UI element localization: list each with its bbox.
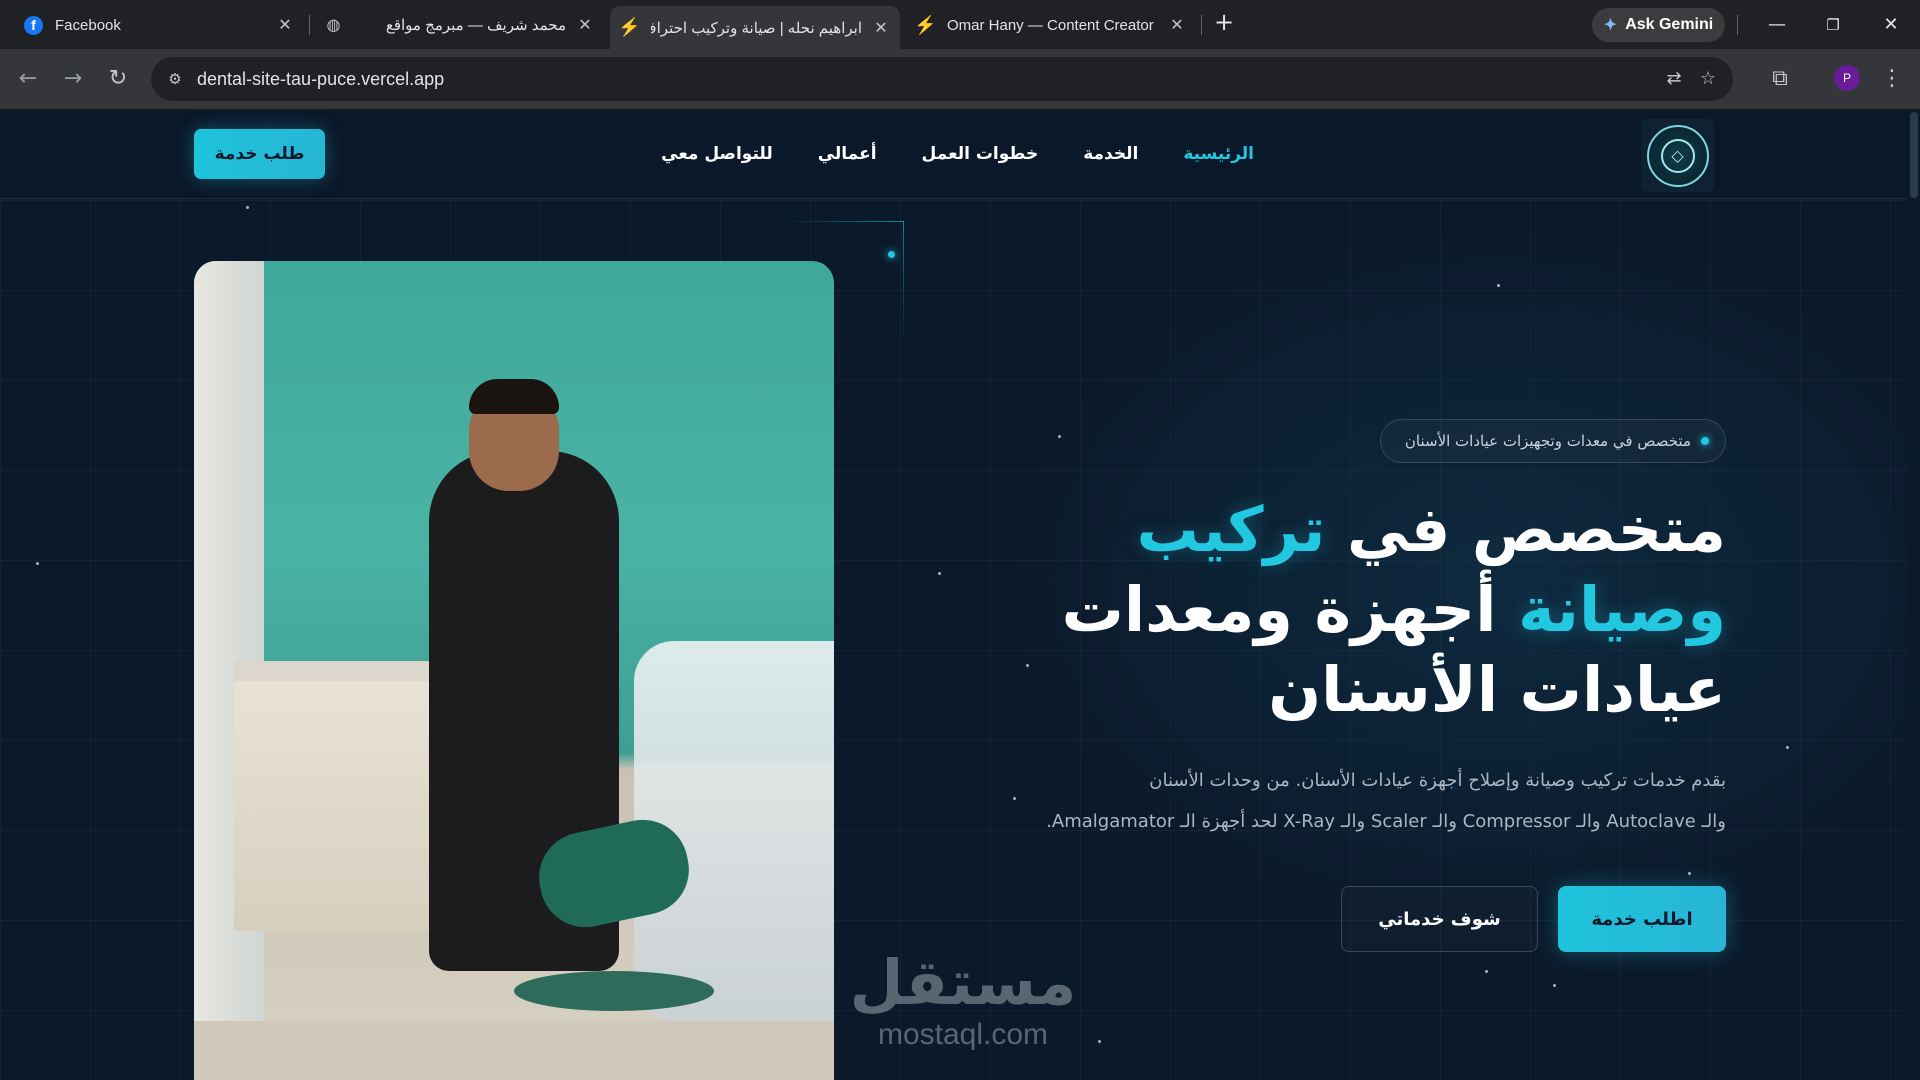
site-header: ◇ الرئيسية الخدمة خطوات العمل أعمالي للت… [0, 110, 1908, 199]
browser-tab-strip: f Facebook ✕ ◍ محمد شريف — مبرمج مواقع ✕… [0, 0, 1920, 49]
translate-icon[interactable]: ⇄ [1662, 67, 1686, 91]
hero-headline: متخصص في تركيب وصيانة أجهزة ومعدات عيادا… [966, 490, 1726, 730]
decor-star [1098, 1040, 1101, 1043]
decor-star [36, 562, 39, 565]
new-tab-button[interactable]: + [1212, 10, 1236, 35]
vercel-bolt-icon: ⚡ [914, 14, 937, 35]
decor-star [1688, 872, 1691, 875]
headline-line-1: متخصص في تركيب [966, 490, 1726, 570]
badge-text: متخصص في معدات وتجهيزات عيادات الأسنان [1404, 432, 1691, 450]
globe-icon: ◍ [326, 17, 341, 34]
mostaql-watermark: مستقل mostaql.com [843, 948, 1083, 1068]
tab-title: Omar Hany — Content Creator [947, 16, 1154, 34]
menu-kebab-icon[interactable]: ⋮ [1878, 65, 1906, 93]
tab-facebook[interactable]: f Facebook ✕ [14, 7, 304, 43]
address-bar[interactable]: ⚙ dental-site-tau-puce.vercel.app ⇄ ☆ [151, 57, 1733, 101]
headline-accent: تركيب [1136, 493, 1326, 566]
scrollbar-thumb[interactable] [1910, 112, 1918, 198]
ask-gemini-button[interactable]: ✦ Ask Gemini [1592, 8, 1725, 42]
decor-star [1497, 284, 1500, 287]
close-icon[interactable]: ✕ [872, 18, 890, 38]
tab-divider [309, 15, 310, 35]
decor-line [784, 221, 904, 222]
ask-gemini-label: Ask Gemini [1625, 16, 1714, 33]
extensions-icon[interactable]: ⧉ [1766, 65, 1794, 93]
nav-item-portfolio[interactable]: أعمالي [818, 144, 877, 164]
headline-text: أجهزة ومعدات [1061, 573, 1519, 646]
hero-photo [194, 261, 834, 1080]
decor-star [246, 206, 249, 209]
facebook-icon: f [24, 15, 43, 35]
nav-item-service[interactable]: الخدمة [1083, 144, 1138, 164]
tab-ibrahim-nahla[interactable]: ⚡ ابراهيم نحله | صيانة وتركيب احتراف ✕ [610, 6, 900, 49]
bookmark-star-icon[interactable]: ☆ [1696, 67, 1720, 91]
web-page: ◇ الرئيسية الخدمة خطوات العمل أعمالي للت… [0, 110, 1920, 1080]
tab-title: محمد شريف — مبرمج مواقع [385, 17, 566, 34]
tab-divider [1201, 15, 1202, 35]
request-service-button[interactable]: طلب خدمة [194, 129, 325, 179]
headline-accent: وصيانة [1518, 573, 1726, 646]
tab-mohamed-sherif[interactable]: ◍ محمد شريف — مبرمج مواقع ✕ [314, 7, 604, 43]
decor-star [1553, 984, 1556, 987]
photo-chair-base [514, 971, 714, 1011]
watermark-latin: mostaql.com [877, 1018, 1049, 1051]
close-icon[interactable]: ✕ [276, 15, 294, 35]
tooth-icon: ◇ [1660, 138, 1695, 173]
back-arrow-icon[interactable]: ← [14, 65, 42, 93]
browser-toolbar: ← → ↻ ⚙ dental-site-tau-puce.vercel.app … [0, 49, 1920, 110]
site-logo[interactable]: ◇ [1641, 119, 1714, 192]
main-nav: الرئيسية الخدمة خطوات العمل أعمالي للتوا… [661, 144, 1254, 164]
decor-line [903, 221, 904, 341]
watermark-arabic: مستقل [849, 946, 1077, 1019]
headline-line-2: وصيانة أجهزة ومعدات [966, 570, 1726, 650]
site-settings-icon[interactable]: ⚙ [163, 67, 187, 91]
page-scrollbar[interactable] [1908, 110, 1920, 1080]
photo-floor [194, 1021, 834, 1080]
minimize-icon[interactable]: — [1762, 10, 1792, 40]
vercel-bolt-icon: ⚡ [618, 17, 641, 37]
tab-divider [1737, 15, 1738, 35]
photo-person-hair [469, 379, 559, 414]
logo-ring: ◇ [1646, 124, 1709, 187]
hero-description: بقدم خدمات تركيب وصيانة وإصلاح أجهزة عيا… [966, 760, 1726, 842]
decor-star [938, 572, 941, 575]
decor-star [1786, 746, 1789, 749]
url-text[interactable]: dental-site-tau-puce.vercel.app [197, 69, 444, 90]
decor-star [1058, 435, 1061, 438]
window-close-icon[interactable]: ✕ [1876, 10, 1906, 40]
close-icon[interactable]: ✕ [1168, 15, 1186, 35]
gemini-sparkle-icon: ✦ [1603, 17, 1618, 34]
profile-avatar[interactable]: P [1834, 65, 1860, 91]
reload-icon[interactable]: ↻ [104, 65, 132, 93]
order-service-button[interactable]: اطلب خدمة [1558, 886, 1726, 952]
close-icon[interactable]: ✕ [576, 15, 594, 35]
forward-arrow-icon[interactable]: → [59, 65, 87, 93]
nav-item-home[interactable]: الرئيسية [1183, 144, 1254, 164]
specialty-badge: متخصص في معدات وتجهيزات عيادات الأسنان [1379, 419, 1726, 463]
view-services-button[interactable]: شوف خدماتي [1341, 886, 1538, 952]
decor-star [1485, 970, 1488, 973]
nav-item-work-steps[interactable]: خطوات العمل [922, 144, 1039, 164]
tab-title: ابراهيم نحله | صيانة وتركيب احتراف [651, 19, 862, 37]
tab-omar-hany[interactable]: ⚡ Omar Hany — Content Creator ✕ [906, 7, 1196, 43]
decor-glow-dot [888, 251, 895, 258]
description-line: والـ Autoclave والـ Compressor والـ Scal… [1046, 811, 1726, 832]
restore-icon[interactable]: ❐ [1818, 10, 1848, 40]
tab-title: Facebook [55, 16, 121, 34]
nav-item-contact[interactable]: للتواصل معي [661, 144, 773, 164]
headline-text: متخصص في [1325, 493, 1726, 566]
description-line: بقدم خدمات تركيب وصيانة وإصلاح أجهزة عيا… [1149, 770, 1726, 791]
badge-dot-icon [1701, 437, 1709, 445]
headline-line-3: عيادات الأسنان [1268, 653, 1726, 726]
